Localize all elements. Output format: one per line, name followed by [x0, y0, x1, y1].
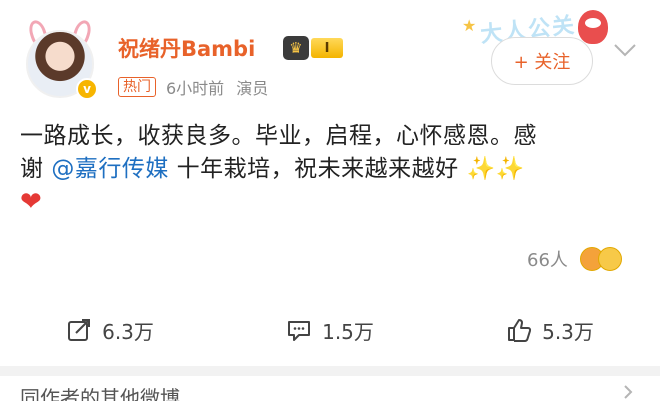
- comment-button[interactable]: 1.5万: [220, 300, 440, 360]
- verified-badge-icon: v: [76, 78, 98, 100]
- thumbs-up-icon: [508, 319, 532, 342]
- grinning-emoji-icon: [597, 247, 622, 271]
- username[interactable]: 祝绪丹Bambi: [118, 33, 255, 63]
- repost-count: 6.3万: [102, 319, 154, 344]
- comment-icon: [288, 321, 311, 341]
- user-role: 演员: [236, 79, 269, 98]
- like-button[interactable]: 5.3万: [440, 300, 660, 360]
- related-posts-title[interactable]: 同作者的其他微博: [20, 382, 180, 401]
- post-text-line-1: 一路成长，收获良多。毕业，启程，心怀感恩。感: [20, 123, 537, 149]
- post-header: v 祝绪丹Bambi ♛ I 热门 6小时前 演员 ★ 大人公关 + 关注: [0, 0, 660, 110]
- mention-link[interactable]: @嘉行传媒: [51, 156, 169, 182]
- sparkles-icon: ✨✨: [466, 156, 525, 182]
- heart-icon: ❤: [20, 187, 43, 217]
- repost-icon: [68, 319, 91, 341]
- post-time: 6小时前: [166, 79, 225, 98]
- chevron-right-icon[interactable]: [620, 384, 636, 400]
- like-count: 5.3万: [542, 319, 594, 344]
- repost-button[interactable]: 6.3万: [0, 300, 220, 360]
- section-divider: [0, 366, 660, 376]
- post-text: 谢: [20, 156, 52, 182]
- star-icon: ★: [462, 16, 477, 35]
- chevron-down-icon[interactable]: [612, 40, 638, 60]
- post-text: 十年栽培，祝未来越来越好: [168, 156, 467, 182]
- level-number: I: [311, 38, 343, 58]
- reaction-count: 66人: [527, 250, 568, 271]
- crown-icon: ♛: [283, 36, 309, 60]
- action-bar: 6.3万 1.5万 5.3万: [0, 300, 660, 360]
- mascot-icon: [578, 10, 608, 44]
- post-text-line-2: 谢 @嘉行传媒 十年栽培，祝未来越来越好 ✨✨: [20, 153, 640, 186]
- follow-button[interactable]: + 关注: [491, 37, 593, 85]
- level-badge[interactable]: ♛ I: [283, 36, 345, 60]
- post-content: 一路成长，收获良多。毕业，启程，心怀感恩。感 谢 @嘉行传媒 十年栽培，祝未来越…: [20, 120, 640, 219]
- comment-count: 1.5万: [322, 319, 374, 344]
- hot-tag: 热门: [118, 77, 156, 97]
- post-meta: 热门 6小时前 演员: [118, 75, 268, 99]
- reactions[interactable]: 66人: [527, 246, 622, 272]
- avatar[interactable]: v: [20, 18, 100, 100]
